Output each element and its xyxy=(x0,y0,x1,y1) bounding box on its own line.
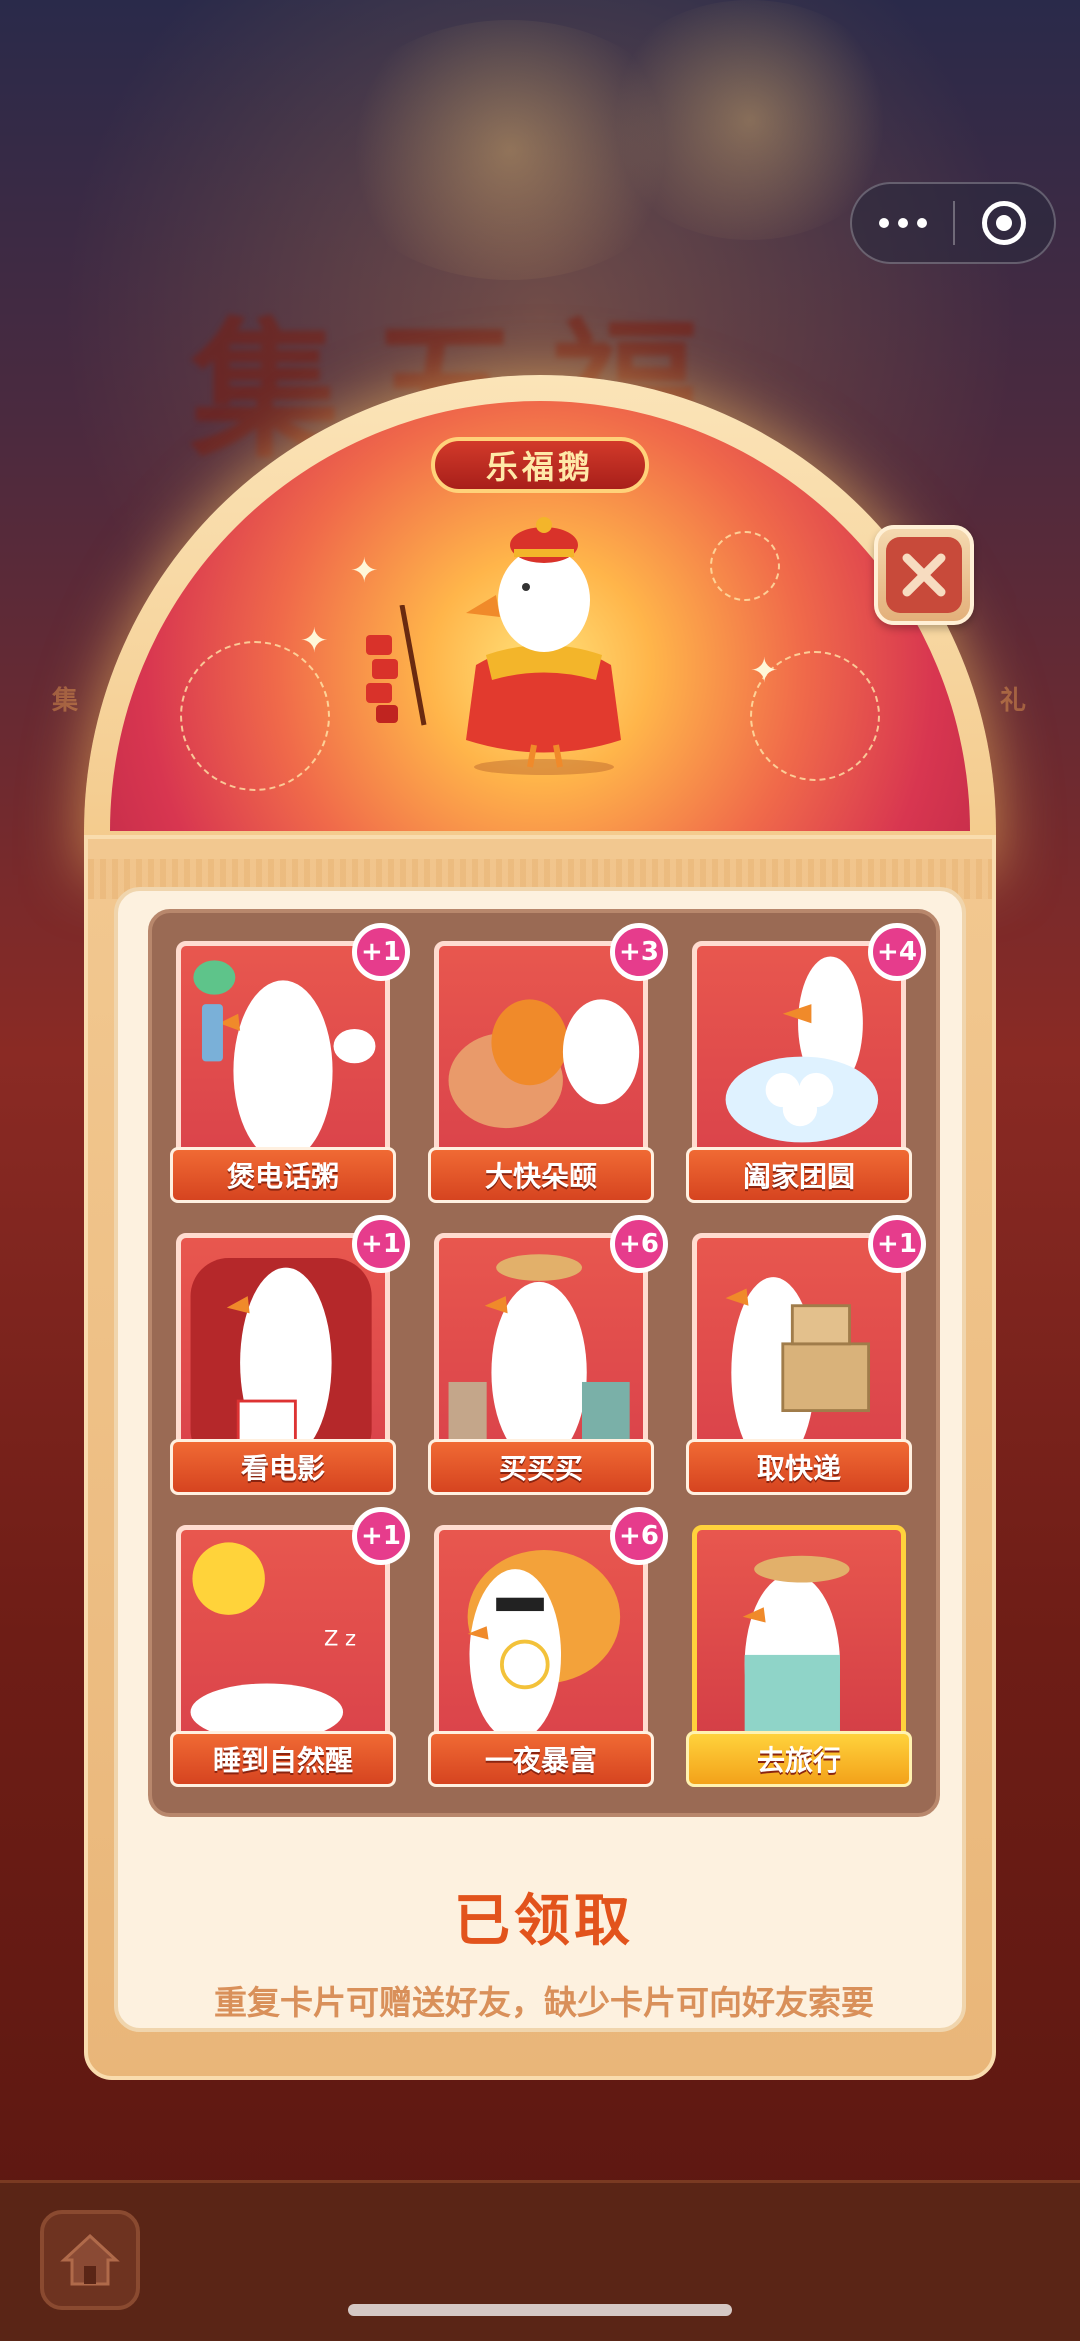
more-dots-icon[interactable] xyxy=(852,184,953,262)
card-name-banner: 乐福鹅 xyxy=(431,437,649,493)
card-shopping[interactable]: 买买买 +6 xyxy=(428,1215,668,1509)
card-eat[interactable]: 大快朵颐 +3 xyxy=(428,923,668,1217)
card-count-badge: +1 xyxy=(352,1215,410,1273)
card-count-badge: +1 xyxy=(352,1507,410,1565)
card-collection-modal: ✦ ✦ ✦ 乐福鹅 煲电话粥 +1 大快朵颐 +3 阖家团圆 +4 看电影 +1… xyxy=(84,375,996,2080)
close-button[interactable] xyxy=(874,525,974,625)
card-count-badge: +1 xyxy=(868,1215,926,1273)
modal-panel: 煲电话粥 +1 大快朵颐 +3 阖家团圆 +4 看电影 +1 买买买 +6 取快递 +1 Z z 睡到自然… xyxy=(84,835,996,2080)
card-sleep[interactable]: Z z 睡到自然醒 +1 xyxy=(170,1507,410,1801)
sparkle-icon: ✦ xyxy=(300,621,329,661)
modal-content: 煲电话粥 +1 大快朵颐 +3 阖家团圆 +4 看电影 +1 买买买 +6 取快递 +1 Z z 睡到自然… xyxy=(114,887,966,2032)
sparkle-icon: ✦ xyxy=(750,651,779,691)
target-circle-icon[interactable] xyxy=(955,184,1054,262)
claimed-status: 已领取 xyxy=(454,1889,634,1954)
mini-program-capsule xyxy=(850,182,1056,264)
card-count-badge: +1 xyxy=(352,923,410,981)
card-label: 取快递 xyxy=(686,1439,912,1495)
card-rich[interactable]: 一夜暴富 +6 xyxy=(428,1507,668,1801)
firework-burst xyxy=(180,641,330,791)
card-dumplings[interactable]: 阖家团圆 +4 xyxy=(686,923,926,1217)
card-label: 一夜暴富 xyxy=(428,1731,654,1787)
home-icon xyxy=(60,2233,120,2286)
home-button[interactable] xyxy=(40,2210,140,2310)
lucky-goose-icon xyxy=(466,517,621,775)
card-label: 去旅行 xyxy=(686,1731,912,1787)
card-delivery[interactable]: 取快递 +1 xyxy=(686,1215,926,1509)
card-count-badge: +6 xyxy=(610,1507,668,1565)
home-indicator xyxy=(348,2304,732,2316)
card-label: 阖家团圆 xyxy=(686,1147,912,1203)
share-hint: 重复卡片可赠送好友，缺少卡片可向好友索要 xyxy=(214,1983,874,2022)
card-movie[interactable]: 看电影 +1 xyxy=(170,1215,410,1509)
card-phone[interactable]: 煲电话粥 +1 xyxy=(170,923,410,1217)
side-ghost-right: 礼 xyxy=(1000,686,1027,716)
firework-burst xyxy=(710,531,780,601)
card-count-badge: +4 xyxy=(868,923,926,981)
side-ghost-left: 集 xyxy=(52,686,79,716)
svg-text:Z z: Z z xyxy=(324,1626,356,1650)
card-travel[interactable]: 去旅行 xyxy=(686,1525,912,1801)
card-label: 煲电话粥 xyxy=(170,1147,396,1203)
card-count-badge: +6 xyxy=(610,1215,668,1273)
bottom-bar xyxy=(0,2180,1080,2341)
sparkle-icon: ✦ xyxy=(350,551,379,591)
card-count-badge: +3 xyxy=(610,923,668,981)
card-label: 大快朵颐 xyxy=(428,1147,654,1203)
firecracker-icon xyxy=(366,605,427,726)
close-x-icon xyxy=(902,553,946,597)
card-grid: 煲电话粥 +1 大快朵颐 +3 阖家团圆 +4 看电影 +1 买买买 +6 取快递 +1 Z z 睡到自然… xyxy=(148,909,940,1817)
card-label: 买买买 xyxy=(428,1439,654,1495)
card-label: 看电影 xyxy=(170,1439,396,1495)
card-label: 睡到自然醒 xyxy=(170,1731,396,1787)
